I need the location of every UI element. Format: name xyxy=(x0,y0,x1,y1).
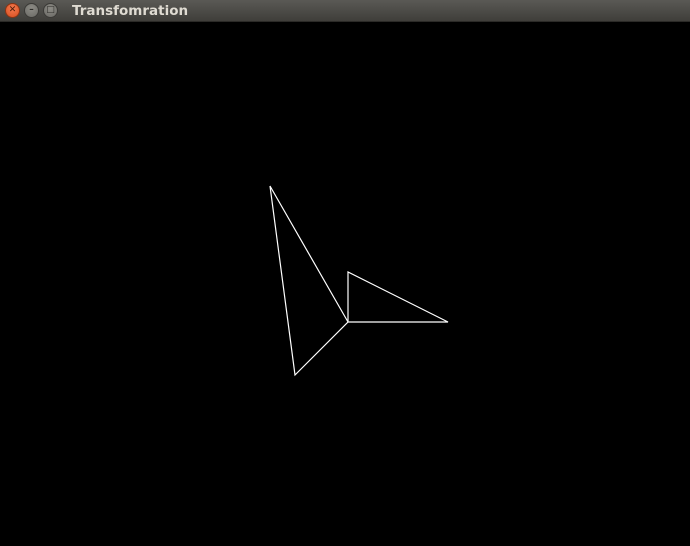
original-triangle xyxy=(347,271,449,323)
close-icon: ✕ xyxy=(8,5,17,15)
transformed-triangle xyxy=(269,185,349,377)
minimize-icon: – xyxy=(29,5,34,15)
application-window: ✕ – □ Transfomration xyxy=(0,0,690,546)
minimize-button[interactable]: – xyxy=(24,3,39,18)
close-button[interactable]: ✕ xyxy=(5,3,20,18)
maximize-button[interactable]: □ xyxy=(43,3,58,18)
title-bar[interactable]: ✕ – □ Transfomration xyxy=(0,0,690,22)
window-title: Transfomration xyxy=(72,3,189,19)
drawing-surface xyxy=(269,185,449,377)
maximize-icon: □ xyxy=(46,5,55,15)
drawing-canvas xyxy=(0,22,690,546)
